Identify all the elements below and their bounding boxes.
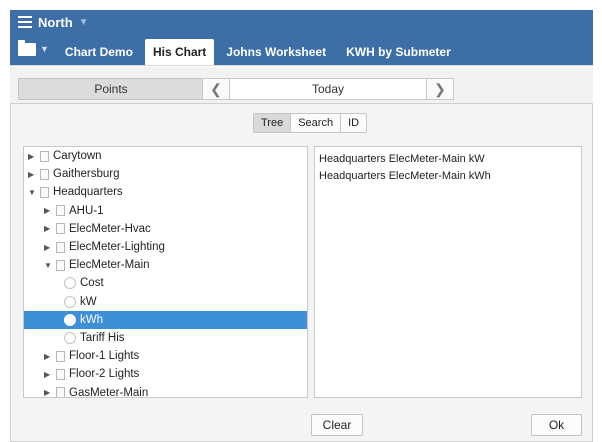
project-title[interactable]: North xyxy=(38,15,73,30)
tree-row[interactable]: kWh xyxy=(24,310,307,329)
clear-button[interactable]: Clear xyxy=(311,414,363,436)
points-dialog: Tree Search ID ▶ Carytown ▶ Gaithersburg ▼ Head… xyxy=(10,103,593,442)
site-icon xyxy=(40,150,49,162)
equip-icon xyxy=(56,223,65,235)
tree-row-label: Floor-2 Lights xyxy=(69,368,140,381)
tree-row[interactable]: ▶ Carytown xyxy=(24,147,307,165)
triangle-right-icon[interactable]: ▶ xyxy=(28,170,38,179)
folder-icon xyxy=(18,39,36,56)
date-range-label[interactable]: Today xyxy=(230,78,426,100)
tree-row-label: ElecMeter-Lighting xyxy=(69,241,165,254)
radio-icon[interactable] xyxy=(64,331,76,344)
tree-row[interactable]: ▶ Floor-1 Lights xyxy=(24,347,307,365)
top-bar: North ▼ xyxy=(10,10,593,34)
triangle-right-icon[interactable]: ▶ xyxy=(44,388,54,397)
site-icon xyxy=(40,186,49,198)
mode-search-button[interactable]: Search xyxy=(291,114,342,132)
radio-icon[interactable] xyxy=(64,295,76,308)
tree-row[interactable]: ▼ Headquarters xyxy=(24,183,307,201)
chevron-right-icon[interactable]: ❯ xyxy=(426,78,454,100)
chevron-left-icon[interactable]: ❮ xyxy=(202,78,230,100)
mode-tree-button[interactable]: Tree xyxy=(254,114,292,132)
triangle-right-icon[interactable]: ▶ xyxy=(28,152,38,161)
tree-row[interactable]: ▶ AHU-1 xyxy=(24,202,307,220)
tab-bar: ▼ Chart Demo His Chart Johns Worksheet KWH … xyxy=(10,34,593,66)
triangle-right-icon[interactable]: ▶ xyxy=(44,370,54,379)
tree-row[interactable]: ▶ ElecMeter-Lighting xyxy=(24,238,307,256)
tree-row-label: GasMeter-Main xyxy=(69,386,149,398)
equip-icon xyxy=(56,350,65,362)
tab-his-chart[interactable]: His Chart xyxy=(144,39,215,65)
selected-point-item[interactable]: Headquarters ElecMeter-Main kWh xyxy=(315,167,581,184)
app-window: North ▼ ▼ Chart Demo His Chart Johns Works… xyxy=(0,0,602,442)
equip-icon xyxy=(56,368,65,380)
tree-row[interactable]: ▶ ElecMeter-Hvac xyxy=(24,220,307,238)
nav-tree: ▶ Carytown ▶ Gaithersburg ▼ Headquarters ▶ AHU-… xyxy=(23,146,308,398)
equip-icon xyxy=(56,241,65,253)
app-menu-icon[interactable] xyxy=(18,16,32,28)
triangle-down-icon[interactable]: ▼ xyxy=(44,261,54,270)
chevron-down-icon[interactable]: ▼ xyxy=(79,17,89,28)
date-range-selector: ❮ Today ❯ xyxy=(202,78,454,100)
tree-row-label: kW xyxy=(80,295,97,308)
tree-row-label: Floor-1 Lights xyxy=(69,350,140,363)
tree-row-label: Gaithersburg xyxy=(53,168,120,181)
tree-row[interactable]: ▶ GasMeter-Main xyxy=(24,383,307,398)
tree-row[interactable]: ▶ Floor-2 Lights xyxy=(24,365,307,383)
tab-johns-worksheet[interactable]: Johns Worksheet xyxy=(218,39,334,65)
radio-icon[interactable] xyxy=(64,277,76,290)
selected-points-list: Headquarters ElecMeter-Main kW Headquarte… xyxy=(314,146,582,398)
caret-down-icon: ▼ xyxy=(40,44,49,54)
equip-icon xyxy=(56,387,65,397)
tree-row-label: kWh xyxy=(80,313,103,326)
tree-row[interactable]: Tariff His xyxy=(24,329,307,347)
points-button[interactable]: Points xyxy=(18,78,204,100)
view-mode-toggle: Tree Search ID xyxy=(253,113,368,133)
tree-row-label: AHU-1 xyxy=(69,204,104,217)
mode-id-button[interactable]: ID xyxy=(341,114,367,132)
radio-icon[interactable] xyxy=(64,313,76,326)
tab-chart-demo[interactable]: Chart Demo xyxy=(57,39,141,65)
tree-row-label: ElecMeter-Main xyxy=(69,259,150,272)
triangle-right-icon[interactable]: ▶ xyxy=(44,243,54,252)
triangle-down-icon[interactable]: ▼ xyxy=(28,188,38,197)
site-icon xyxy=(40,168,49,180)
tree-row-label: Cost xyxy=(80,277,104,290)
folder-menu[interactable]: ▼ xyxy=(18,33,49,65)
tree-row-label: Headquarters xyxy=(53,186,123,199)
equip-icon xyxy=(56,205,65,217)
tree-row-label: Tariff His xyxy=(80,331,125,344)
ok-button[interactable]: Ok xyxy=(531,414,582,436)
tab-kwh-by-submeter[interactable]: KWH by Submeter xyxy=(338,39,459,65)
tree-row[interactable]: Cost xyxy=(24,274,307,292)
tree-row[interactable]: ▼ ElecMeter-Main xyxy=(24,256,307,274)
triangle-right-icon[interactable]: ▶ xyxy=(44,224,54,233)
chart-toolbar: Points ❮ Today ❯ xyxy=(10,67,593,103)
selected-point-item[interactable]: Headquarters ElecMeter-Main kW xyxy=(315,150,581,167)
tree-row[interactable]: ▶ Gaithersburg xyxy=(24,165,307,183)
triangle-right-icon[interactable]: ▶ xyxy=(44,352,54,361)
tree-row[interactable]: kW xyxy=(24,293,307,311)
tree-row-label: ElecMeter-Hvac xyxy=(69,222,151,235)
tree-row-label: Carytown xyxy=(53,150,102,163)
triangle-right-icon[interactable]: ▶ xyxy=(44,206,54,215)
equip-icon xyxy=(56,259,65,271)
